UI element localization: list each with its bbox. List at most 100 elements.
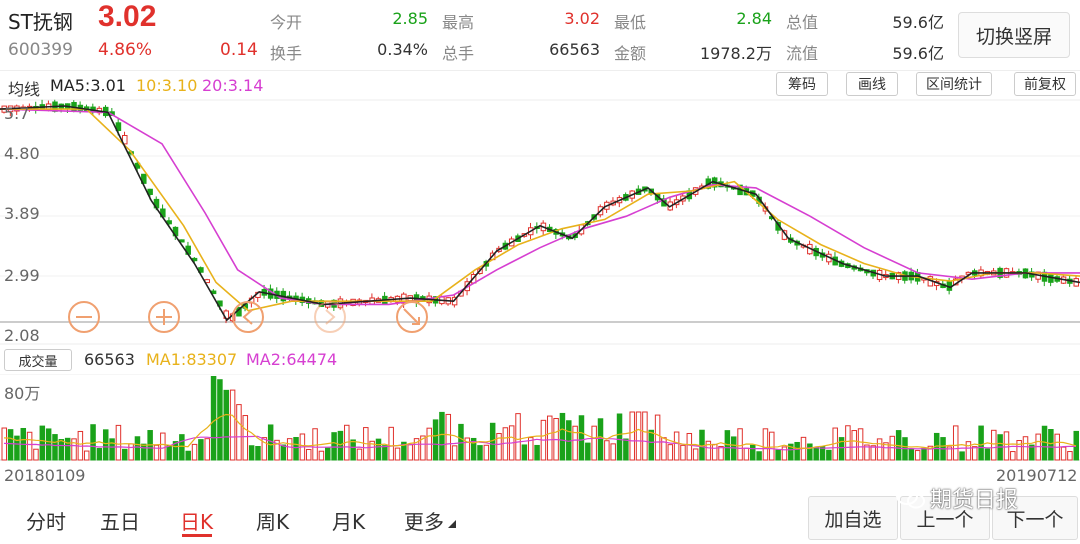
volume-bar [559, 412, 566, 461]
volume-bar [972, 446, 978, 461]
volume-bar [965, 441, 972, 461]
volume-bar [1060, 446, 1067, 461]
price-axis-0: 5.7 [4, 104, 30, 123]
volume-bar [58, 439, 65, 461]
volume-bar [597, 418, 604, 461]
candle-group [1, 99, 1079, 324]
zoom-in-button[interactable] [148, 301, 180, 333]
tab-weekly-k[interactable]: 周K [256, 506, 289, 535]
volume-bar [445, 413, 452, 461]
open-value: 2.85 [392, 9, 428, 28]
volume-bar [102, 429, 109, 461]
volume-bar [223, 389, 230, 461]
volume-bar [692, 448, 699, 461]
volume-bar [648, 429, 655, 461]
volume-bar [521, 444, 528, 461]
mcap-value: 59.6亿 [892, 13, 944, 32]
volume-bar [1010, 451, 1016, 461]
volume-bar [642, 411, 648, 461]
price-axis-2: 3.89 [4, 204, 40, 223]
volume-bar [109, 438, 115, 461]
tab-five-day[interactable]: 五日 [100, 506, 140, 535]
tab-intraday[interactable]: 分时 [26, 506, 66, 535]
volume-bar [851, 430, 857, 461]
price-axis-1: 4.80 [4, 144, 40, 163]
volume-bar [984, 448, 991, 461]
volume-chart[interactable] [0, 374, 1080, 462]
volume-ma1: MA1:83307 [146, 350, 238, 369]
volume-bar [166, 444, 172, 461]
volume-bar [749, 444, 756, 461]
volume-bar [439, 411, 445, 461]
volume-bar [737, 428, 743, 461]
volume-bar [128, 443, 134, 461]
volume-bar [572, 425, 578, 461]
stock-price: 3.02 [98, 0, 157, 33]
volume-bar [312, 428, 318, 461]
volume-bar [578, 415, 585, 461]
volume-bar [781, 446, 788, 461]
volume-bar [33, 448, 39, 461]
volume-bar [382, 445, 388, 461]
draw-line-button[interactable]: 画线 [846, 72, 898, 96]
volume-bar [813, 447, 819, 461]
float-value: 59.6亿 [892, 44, 944, 63]
indicator-select-button[interactable]: 成交量 [4, 349, 72, 371]
volume-bar [388, 426, 394, 461]
volume-bar [534, 444, 540, 461]
volume-bar [26, 431, 33, 461]
volume-bar [857, 428, 864, 461]
volume-bar [762, 428, 769, 461]
volume-bar [661, 437, 667, 461]
volume-bar [718, 445, 724, 461]
volume-bar [629, 411, 635, 461]
volume-bar [489, 422, 496, 461]
active-tab-indicator [182, 534, 212, 537]
adjust-button[interactable]: 前复权 [1014, 72, 1076, 96]
volume-bar [451, 445, 458, 461]
volume-bar [908, 448, 915, 461]
low-value: 2.84 [736, 9, 772, 28]
tab-more[interactable]: 更多 [404, 506, 444, 535]
volume-bar [1022, 436, 1029, 461]
volume-bar [52, 434, 58, 461]
volume-bar [325, 447, 331, 461]
volume-axis-top: 80万 [4, 384, 41, 403]
tab-daily-k[interactable]: 日K [180, 506, 213, 535]
volume-bar [179, 434, 185, 461]
volume-bar [775, 449, 781, 461]
volume-bar [115, 424, 122, 461]
volume-bar [921, 447, 927, 461]
tab-monthly-k[interactable]: 月K [332, 506, 365, 535]
volume-bar [83, 450, 90, 461]
volume-bar [394, 447, 401, 461]
volume-bar [914, 450, 921, 461]
volume-bar [350, 439, 356, 461]
volume-bar [616, 413, 623, 461]
volume-bar [236, 404, 242, 461]
reset-zoom-button[interactable] [396, 301, 428, 333]
volume-bar [959, 451, 965, 461]
volume-bar [286, 438, 293, 461]
range-stats-button[interactable]: 区间统计 [916, 72, 992, 96]
volume-bar [229, 389, 236, 461]
volume-bar [585, 442, 591, 461]
volume-bar [198, 439, 204, 461]
watermark-text: 期货日报 [930, 488, 1019, 513]
volume-bar [483, 444, 490, 461]
chips-button[interactable]: 筹码 [776, 72, 828, 96]
volume-bar [280, 444, 287, 461]
switch-portrait-button[interactable]: 切换竖屏 [958, 12, 1070, 58]
volume-bar [39, 425, 46, 461]
zoom-out-button[interactable] [68, 301, 100, 333]
add-watchlist-button[interactable]: 加自选 [808, 496, 898, 540]
volume-bar [432, 419, 439, 461]
volume-legend-row: 成交量 66563 MA1:83307 MA2:64474 [0, 346, 1080, 374]
volume-bar [210, 376, 217, 461]
volume-bar [477, 445, 483, 461]
ma5-legend: MA5:3.01 [50, 76, 126, 95]
volume-bar [743, 447, 750, 461]
kline-chart[interactable] [0, 98, 1080, 346]
volume-bar [160, 432, 166, 461]
turnover-label: 换手 [270, 44, 303, 63]
